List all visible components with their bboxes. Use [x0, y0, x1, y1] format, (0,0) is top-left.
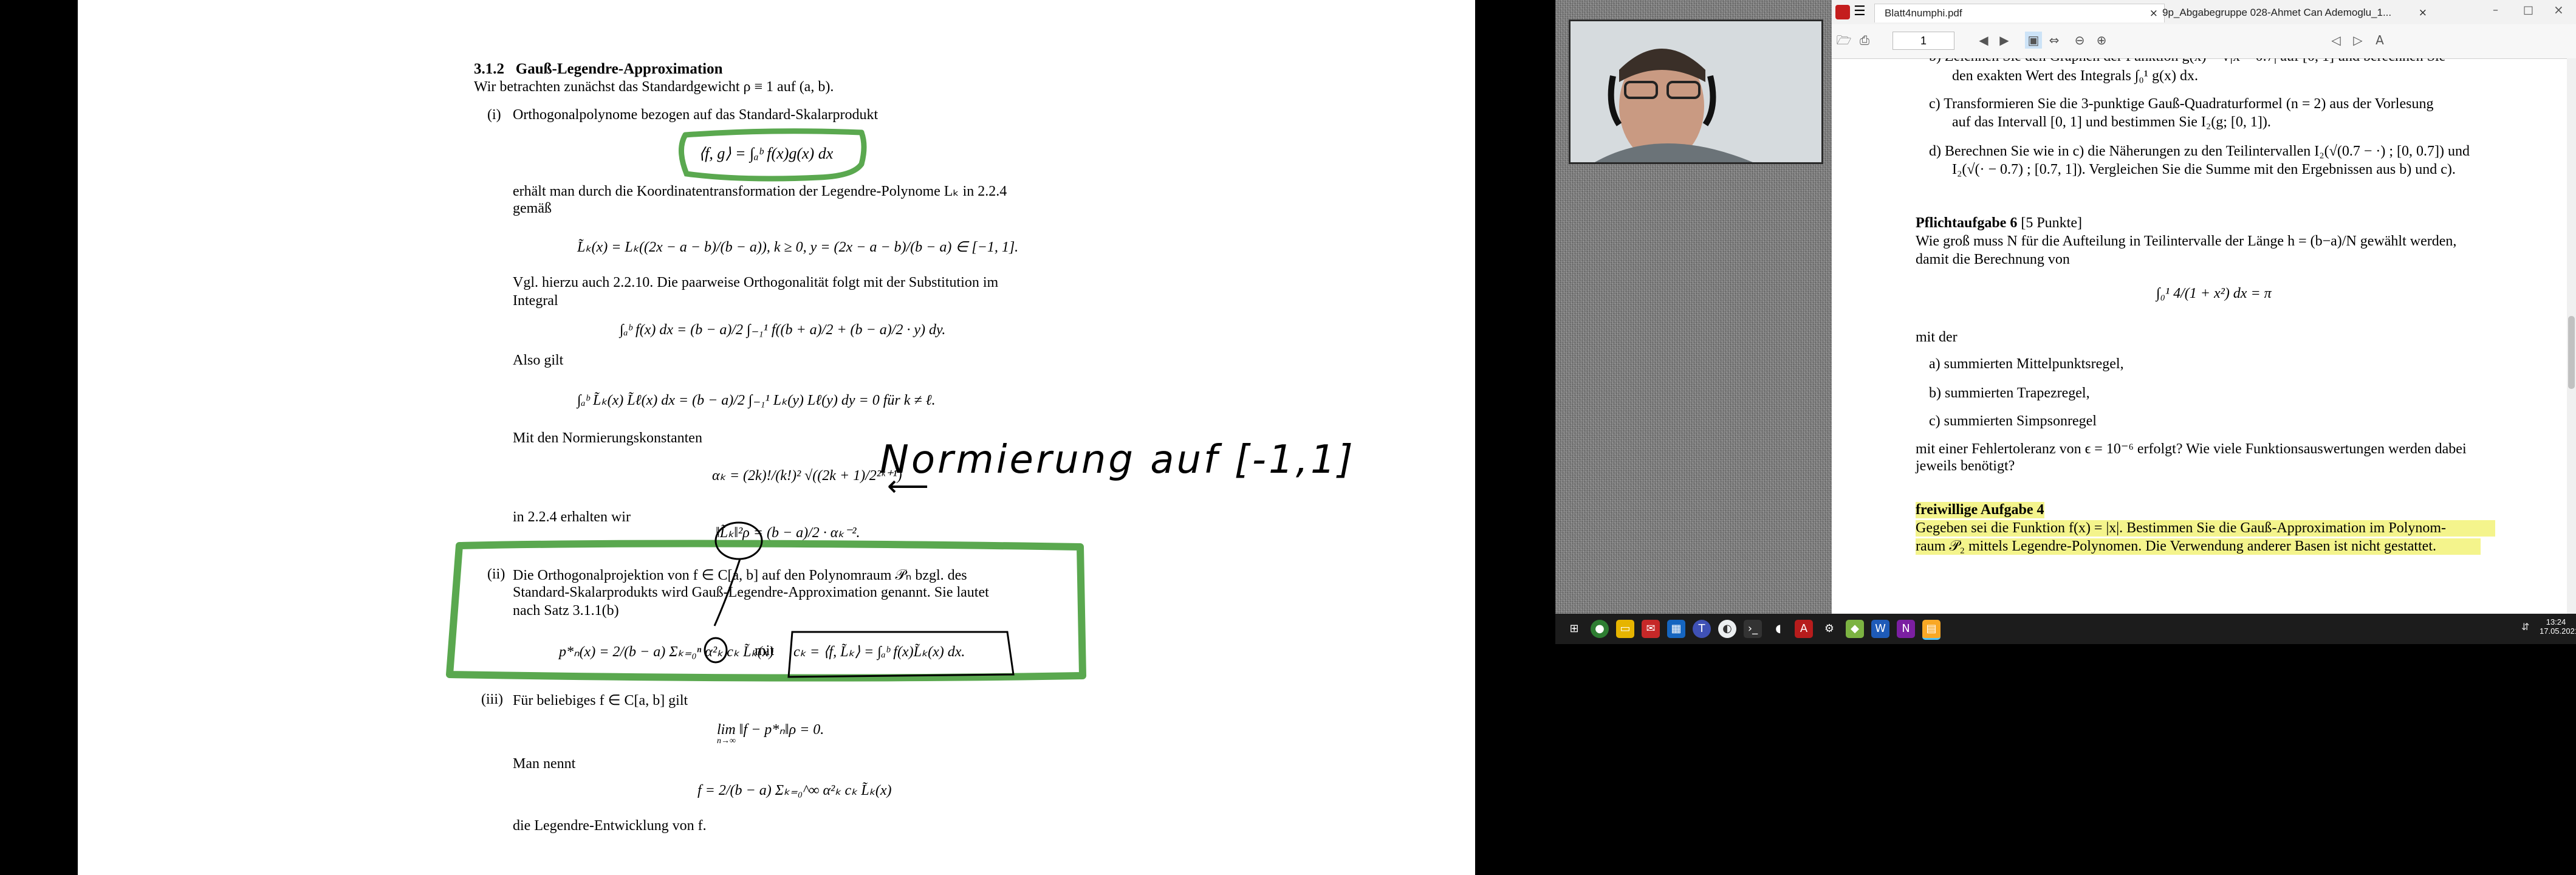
tab-bar: ☰ Blatt4numphi.pdf × 9p_Abgabegruppe 028…: [1832, 0, 2576, 25]
next-page-icon[interactable]: ▶: [1996, 32, 2013, 49]
tab-label: Blatt4numphi.pdf: [1885, 7, 1962, 19]
tray-icon[interactable]: ⇵: [2521, 621, 2529, 633]
windows-start-icon[interactable]: ⊞: [1565, 620, 1583, 638]
onenote-icon[interactable]: N: [1897, 620, 1915, 638]
tolerance-line: jeweils benötigt?: [1916, 458, 2015, 474]
task-d-line: I₂(√(· − 0.7) ; [0.7, 1]). Vergleichen S…: [1952, 162, 2456, 177]
menu-icon[interactable]: ☰: [1854, 4, 1866, 19]
tab-abgabegruppe[interactable]: 9p_Abgabegruppe 028-Ahmet Can Ademoglu_1…: [2156, 4, 2430, 22]
task-b-line: den exakten Wert des Integrals ∫₀¹ g(x) …: [1952, 68, 2198, 84]
open-file-icon[interactable]: 🗁: [1835, 32, 1852, 49]
fit-page-icon[interactable]: ▣: [2025, 32, 2042, 49]
zoom-in-icon[interactable]: ⊕: [2093, 32, 2110, 49]
pflicht-line: damit die Berechnung von: [1916, 252, 2070, 267]
text-tool-icon[interactable]: A: [2371, 32, 2388, 49]
maximize-icon[interactable]: □: [2523, 4, 2533, 16]
terminal-icon[interactable]: ›_: [1744, 620, 1762, 638]
tolerance-line: mit einer Fehlertoleranz von ϵ = 10⁻⁶ er…: [1916, 441, 2467, 457]
scrollbar-thumb[interactable]: [2568, 316, 2575, 389]
word-icon[interactable]: W: [1871, 620, 1889, 638]
close-tab-icon[interactable]: ×: [2419, 4, 2427, 22]
app-icon[interactable]: ◖: [1769, 620, 1787, 638]
free-task-line: Gegeben sei die Funktion f(x) = |x|. Bes…: [1916, 520, 2495, 537]
mit-der-text: mit der: [1916, 329, 1958, 345]
option-a: a) summierten Mittelpunktsregel,: [1929, 356, 2124, 372]
app-logo-icon: [1835, 5, 1850, 19]
previous-page-icon[interactable]: ◀: [1975, 32, 1992, 49]
tab-label: 9p_Abgabegruppe 028-Ahmet Can Ademoglu_1…: [2162, 7, 2392, 18]
windows-taskbar: ⊞ ● ▭ ✉ ▦ T ◐ ›_ ◖ A ⚙ ◆ W N ▤ ⇵ 13:24 1…: [1555, 614, 2576, 644]
back-icon[interactable]: ◁: [2328, 32, 2345, 49]
unused-screen-area: [1555, 644, 2576, 875]
page-number-input[interactable]: 1: [1893, 32, 1954, 50]
close-window-icon[interactable]: ×: [2554, 2, 2564, 17]
option-c: c) summierten Simpsonregel: [1929, 413, 2097, 429]
date-text: 17.05.2021: [2540, 626, 2576, 636]
file-explorer-icon[interactable]: ▭: [1616, 620, 1634, 638]
screen-gap: [1475, 0, 1555, 875]
toolbar: 🗁 ⎙ 1 ◀ ▶ ▣ ⇔ ⊖ ⊕ ◁ ▷ A: [1832, 24, 2576, 59]
forward-icon[interactable]: ▷: [2349, 32, 2366, 49]
pi-integral-formula: ∫₀¹ 4/(1 + x²) dx = π: [2156, 286, 2272, 301]
settings-icon[interactable]: ⚙: [1820, 620, 1838, 638]
calendar-icon[interactable]: ▦: [1667, 620, 1685, 638]
fit-width-icon[interactable]: ⇔: [2046, 32, 2063, 49]
task-c-line: c) Transformieren Sie die 3-punktige Gau…: [1929, 96, 2434, 112]
clock[interactable]: 13:24 17.05.2021: [2540, 617, 2576, 636]
webcam-video: [1569, 19, 1823, 164]
print-icon[interactable]: ⎙: [1856, 32, 1873, 49]
free-task-heading: freiwillige Aufgabe 4: [1916, 502, 2044, 518]
task-c-line: auf das Intervall [0, 1] und bestimmen S…: [1952, 114, 2271, 130]
browser-icon[interactable]: ◐: [1718, 620, 1736, 638]
option-b: b) summierten Trapezregel,: [1929, 385, 2090, 401]
pdf-page-content: b) Zeichnen Sie den Graphen der Funktion…: [1832, 58, 2567, 614]
time-text: 13:24: [2546, 617, 2566, 626]
pflicht-heading: Pflichtaufgabe 6 [5 Punkte]: [1916, 215, 2082, 231]
teams-icon[interactable]: T: [1693, 620, 1711, 638]
pen-annotations: [446, 128, 1086, 682]
pflicht-line: Wie groß muss N für die Aufteilung in Te…: [1916, 233, 2457, 249]
zoom-out-icon[interactable]: ⊖: [2071, 32, 2088, 49]
minimize-icon[interactable]: –: [2493, 4, 2498, 16]
lecture-notes-page: 3.1.2 Gauß-Legendre-Approximation Wir be…: [78, 0, 1475, 875]
acrobat-icon[interactable]: A: [1795, 620, 1813, 638]
chrome-icon[interactable]: ●: [1591, 620, 1609, 638]
pdf-app-icon[interactable]: ▤: [1922, 620, 1941, 640]
person-video-image: [1571, 21, 1821, 162]
pdf-viewer-window: ☰ Blatt4numphi.pdf × 9p_Abgabegruppe 028…: [1832, 0, 2576, 614]
tab-blatt4numphi[interactable]: Blatt4numphi.pdf ×: [1874, 4, 2165, 22]
free-task-line: raum 𝒫₂ mittels Legendre-Polynomen. Die …: [1916, 538, 2481, 555]
task-b-line: b) Zeichnen Sie den Graphen der Funktion…: [1929, 58, 2445, 65]
app-green-icon[interactable]: ◆: [1846, 620, 1864, 638]
task-d-line: d) Berechnen Sie wie in c) die Näherunge…: [1929, 143, 2470, 159]
mail-icon[interactable]: ✉: [1642, 620, 1660, 638]
